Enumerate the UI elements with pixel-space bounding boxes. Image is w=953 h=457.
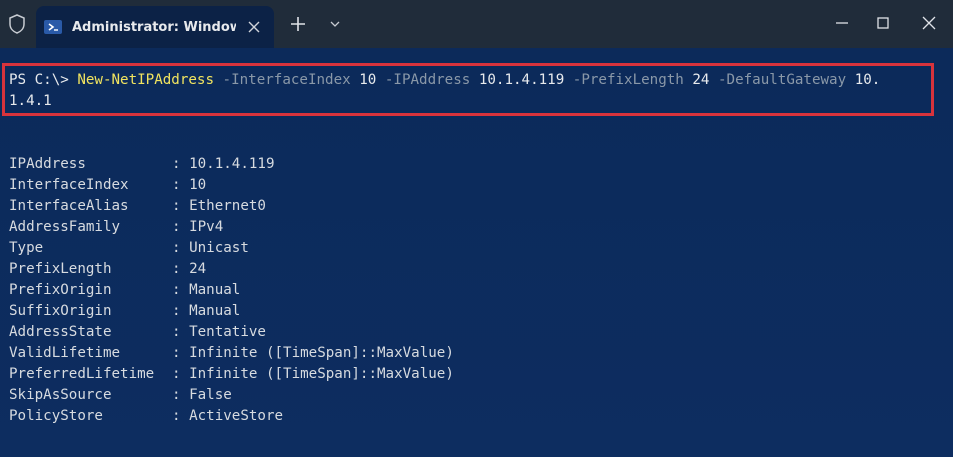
output-key: ValidLifetime xyxy=(9,345,121,361)
output-row: InterfaceAlias: Ethernet0 xyxy=(9,196,266,217)
tab-title: Administrator: Windows PowerShell xyxy=(72,19,236,35)
command-line-1: PS C:\> New-NetIPAddress -InterfaceIndex… xyxy=(9,70,880,91)
output-value: Infinite ([TimeSpan]::MaxValue) xyxy=(189,345,454,361)
output-row: PrefixOrigin: Manual xyxy=(9,280,240,301)
output-value: False xyxy=(189,387,232,403)
output-separator: : xyxy=(172,366,190,382)
param-prefixlength: -PrefixLength xyxy=(564,72,693,88)
value-defaultgateway-part1: 10. xyxy=(854,72,881,88)
output-value: Unicast xyxy=(189,240,249,256)
close-tab-icon[interactable] xyxy=(246,19,262,35)
close-window-button[interactable] xyxy=(919,13,939,33)
output-separator: : xyxy=(172,408,190,424)
output-key: InterfaceAlias xyxy=(9,198,129,214)
param-defaultgateway: -DefaultGateway xyxy=(709,72,855,88)
param-ipaddress: -IPAddress xyxy=(376,72,479,88)
output-key: PrefixLength xyxy=(9,261,112,277)
value-defaultgateway-part2: 1.4.1 xyxy=(9,93,52,109)
output-separator: : xyxy=(172,177,190,193)
output-row: AddressFamily: IPv4 xyxy=(9,217,223,238)
output-key: SuffixOrigin xyxy=(9,303,112,319)
output-value: 10 xyxy=(189,177,207,193)
shield-icon xyxy=(9,14,25,34)
terminal-window: Administrator: Windows PowerShell PS C:\… xyxy=(0,0,953,457)
value-interfaceindex: 10 xyxy=(359,72,377,88)
output-separator: : xyxy=(172,345,190,361)
output-row: SuffixOrigin: Manual xyxy=(9,301,240,322)
output-row: ValidLifetime: Infinite ([TimeSpan]::Max… xyxy=(9,343,454,364)
output-key: AddressState xyxy=(9,324,112,340)
output-value: 10.1.4.119 xyxy=(189,156,275,172)
value-prefixlength: 24 xyxy=(692,72,710,88)
param-interfaceindex: -InterfaceIndex xyxy=(214,72,360,88)
prompt: PS C:\> xyxy=(9,72,78,88)
maximize-button[interactable] xyxy=(873,13,893,33)
output-key: AddressFamily xyxy=(9,219,121,235)
output-value: Manual xyxy=(189,303,241,319)
powershell-icon xyxy=(44,20,62,34)
output-row: Type: Unicast xyxy=(9,238,249,259)
output-separator: : xyxy=(172,387,190,403)
output-value: Tentative xyxy=(189,324,266,340)
output-key: PolicyStore xyxy=(9,408,103,424)
output-key: Type xyxy=(9,240,44,256)
output-key: IPAddress xyxy=(9,156,86,172)
output-row: AddressState: Tentative xyxy=(9,322,266,343)
output-separator: : xyxy=(172,219,190,235)
output-separator: : xyxy=(172,261,190,277)
output-value: Ethernet0 xyxy=(189,198,266,214)
output-value: IPv4 xyxy=(189,219,224,235)
output-separator: : xyxy=(172,303,190,319)
output-separator: : xyxy=(172,156,190,172)
output-row: InterfaceIndex: 10 xyxy=(9,175,206,196)
output-key: PrefixOrigin xyxy=(9,282,112,298)
output-row: PrefixLength: 24 xyxy=(9,259,206,280)
new-tab-button[interactable] xyxy=(288,14,308,34)
output-separator: : xyxy=(172,240,190,256)
output-row: IPAddress: 10.1.4.119 xyxy=(9,154,275,175)
output-separator: : xyxy=(172,324,190,340)
output-key: SkipAsSource xyxy=(9,387,112,403)
tab-powershell[interactable]: Administrator: Windows PowerShell xyxy=(36,6,274,48)
output-key: InterfaceIndex xyxy=(9,177,129,193)
cmdlet: New-NetIPAddress xyxy=(77,72,215,88)
output-value: ActiveStore xyxy=(189,408,284,424)
output-row: PolicyStore: ActiveStore xyxy=(9,406,283,427)
value-ipaddress: 10.1.4.119 xyxy=(478,72,565,88)
output-row: SkipAsSource: False xyxy=(9,385,232,406)
chevron-down-icon[interactable] xyxy=(328,18,342,30)
output-separator: : xyxy=(172,282,190,298)
output-separator: : xyxy=(172,198,190,214)
command-line-2: 1.4.1 xyxy=(9,91,52,112)
minimize-button[interactable] xyxy=(832,13,852,33)
title-bar[interactable]: Administrator: Windows PowerShell xyxy=(0,0,953,48)
output-value: Manual xyxy=(189,282,241,298)
output-value: 24 xyxy=(189,261,207,277)
output-key: PreferredLifetime xyxy=(9,366,155,382)
output-row: PreferredLifetime: Infinite ([TimeSpan]:… xyxy=(9,364,454,385)
output-value: Infinite ([TimeSpan]::MaxValue) xyxy=(189,366,454,382)
